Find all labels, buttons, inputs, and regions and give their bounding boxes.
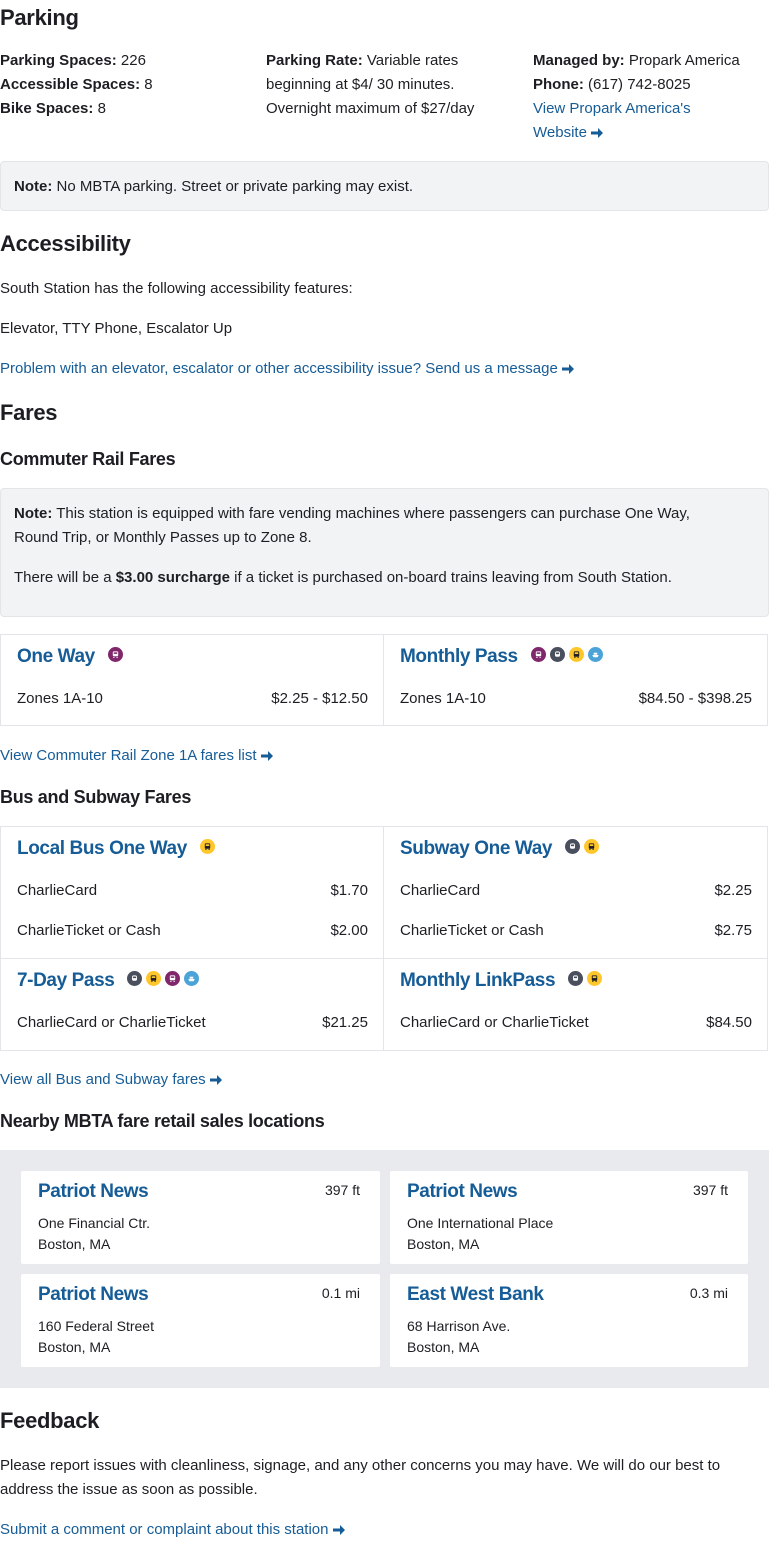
commuter-rail-fares-heading: Commuter Rail Fares bbox=[0, 449, 176, 469]
submit-feedback-link[interactable]: Submit a comment or complaint about this… bbox=[0, 1518, 346, 1542]
fare-row-value: $2.00 bbox=[330, 922, 368, 939]
retail-card[interactable]: East West Bank 0.3 mi 68 Harrison Ave. Bo… bbox=[390, 1274, 748, 1367]
bus-icon bbox=[199, 839, 215, 855]
retail-name: Patriot News bbox=[38, 1284, 149, 1305]
fare-title-subway[interactable]: Subway One Way bbox=[400, 836, 599, 862]
fare-card-one-way: One Way Zones 1A-10 $2.25 - $12.50 bbox=[1, 635, 383, 725]
commuter-fare-grid: One Way Zones 1A-10 $2.25 - $12.50 Month… bbox=[0, 634, 768, 726]
fare-title-local-bus[interactable]: Local Bus One Way bbox=[17, 836, 215, 862]
subway-icon bbox=[549, 647, 565, 663]
fare-row-value: $84.50 bbox=[706, 1014, 752, 1031]
fare-title-7-day-pass[interactable]: 7-Day Pass bbox=[17, 968, 200, 994]
retail-distance: 0.3 mi bbox=[689, 1285, 728, 1301]
retail-card[interactable]: Patriot News 397 ft One International Pl… bbox=[390, 1171, 748, 1264]
fare-card-local-bus: Local Bus One Way CharlieCard $1.70 Char… bbox=[1, 827, 383, 958]
fare-row-label: CharlieCard or CharlieTicket bbox=[400, 1014, 589, 1031]
surcharge-note: There will be a $3.00 surcharge if a tic… bbox=[14, 569, 672, 586]
fare-card-subway: Subway One Way CharlieCard $2.25 Charlie… bbox=[384, 827, 768, 958]
parking-rate-column: Parking Rate: Variable rates beginning a… bbox=[266, 52, 475, 117]
commuter-zone-fares-link[interactable]: View Commuter Rail Zone 1A fares list bbox=[0, 744, 274, 768]
parking-note: Note: No MBTA parking. Street or private… bbox=[0, 161, 769, 211]
arrow-right-icon bbox=[332, 1525, 345, 1536]
arrow-right-icon bbox=[561, 364, 574, 375]
arrow-right-icon bbox=[260, 751, 273, 762]
subway-icon bbox=[568, 971, 584, 987]
parking-spaces-row: Parking Spaces: 226 bbox=[0, 52, 146, 69]
retail-locations-heading: Nearby MBTA fare retail sales locations bbox=[0, 1111, 325, 1131]
commuter-rail-icon bbox=[107, 647, 123, 663]
parking-manager-column: Managed by: Propark America Phone: (617)… bbox=[533, 52, 740, 141]
retail-card[interactable]: Patriot News 0.1 mi 160 Federal Street Bo… bbox=[21, 1274, 380, 1367]
commuter-rail-icon bbox=[530, 647, 546, 663]
fare-row-label: CharlieTicket or Cash bbox=[400, 922, 544, 939]
fare-row-value: $21.25 bbox=[322, 1014, 368, 1031]
ferry-icon bbox=[587, 647, 603, 663]
bike-spaces-row: Bike Spaces: 8 bbox=[0, 100, 106, 117]
fare-row-value: $2.75 bbox=[714, 922, 752, 939]
fare-row-value: $2.25 bbox=[714, 882, 752, 899]
fare-title-monthly-linkpass[interactable]: Monthly LinkPass bbox=[400, 968, 603, 994]
fare-card-7-day-pass: 7-Day Pass CharlieCard or CharlieTicket … bbox=[1, 959, 383, 1050]
all-bus-subway-fares-link[interactable]: View all Bus and Subway fares bbox=[0, 1068, 223, 1092]
fare-row-label: Zones 1A-10 bbox=[400, 690, 486, 707]
commuter-note: Note: This station is equipped with fare… bbox=[0, 488, 769, 617]
retail-distance: 0.1 mi bbox=[321, 1285, 360, 1301]
fare-row-value: $84.50 - $398.25 bbox=[638, 690, 752, 707]
retail-card[interactable]: Patriot News 397 ft One Financial Ctr. Bo… bbox=[21, 1171, 380, 1264]
fare-row-label: CharlieTicket or Cash bbox=[17, 922, 161, 939]
parking-heading: Parking bbox=[0, 5, 79, 30]
bus-icon bbox=[146, 971, 162, 987]
commuter-rail-icon bbox=[165, 971, 181, 987]
retail-name: Patriot News bbox=[38, 1181, 149, 1202]
fare-row-value: $1.70 bbox=[330, 882, 368, 899]
accessibility-heading: Accessibility bbox=[0, 231, 131, 256]
retail-locations-panel: Patriot News 397 ft One Financial Ctr. Bo… bbox=[0, 1150, 769, 1388]
bus-icon bbox=[568, 647, 584, 663]
accessibility-features: Elevator, TTY Phone, Escalator Up bbox=[0, 320, 233, 337]
accessibility-intro: South Station has the following accessib… bbox=[0, 280, 353, 297]
retail-name: Patriot News bbox=[407, 1181, 518, 1202]
fare-card-monthly-linkpass: Monthly LinkPass CharlieCard or CharlieT… bbox=[384, 959, 768, 1050]
retail-distance: 397 ft bbox=[692, 1182, 728, 1198]
bus-icon bbox=[583, 839, 599, 855]
retail-name: East West Bank bbox=[407, 1284, 544, 1305]
feedback-text: Please report issues with cleanliness, s… bbox=[0, 1457, 721, 1498]
arrow-right-icon bbox=[209, 1075, 222, 1086]
arrow-right-icon bbox=[590, 128, 603, 139]
retail-address: One International Place Boston, MA bbox=[407, 1215, 554, 1252]
ferry-icon bbox=[184, 971, 200, 987]
accessible-spaces-row: Accessible Spaces: 8 bbox=[0, 76, 153, 93]
bus-icon bbox=[587, 971, 603, 987]
fare-row-value: $2.25 - $12.50 bbox=[271, 690, 368, 707]
fare-row-label: Zones 1A-10 bbox=[17, 690, 103, 707]
accessibility-report-link[interactable]: Problem with an elevator, escalator or o… bbox=[0, 357, 575, 381]
retail-address: One Financial Ctr. Boston, MA bbox=[38, 1215, 151, 1252]
fare-row-label: CharlieCard or CharlieTicket bbox=[17, 1014, 206, 1031]
retail-address: 68 Harrison Ave. Boston, MA bbox=[407, 1318, 511, 1355]
propark-website-link[interactable]: View Propark America's Website bbox=[533, 100, 691, 141]
parking-spaces-column: Parking Spaces: 226 Accessible Spaces: 8… bbox=[0, 49, 260, 121]
fare-row-label: CharlieCard bbox=[17, 882, 98, 899]
bus-subway-fare-grid: Local Bus One Way CharlieCard $1.70 Char… bbox=[0, 826, 768, 1051]
fares-heading: Fares bbox=[0, 400, 58, 425]
bus-subway-fares-heading: Bus and Subway Fares bbox=[0, 787, 192, 807]
retail-address: 160 Federal Street Boston, MA bbox=[38, 1318, 154, 1355]
fare-card-monthly-pass: Monthly Pass Zones 1A-10 $84.50 - $398.2… bbox=[384, 635, 768, 725]
subway-icon bbox=[564, 839, 580, 855]
fare-title-one-way[interactable]: One Way bbox=[17, 644, 123, 670]
retail-distance: 397 ft bbox=[324, 1182, 360, 1198]
fare-row-label: CharlieCard bbox=[400, 882, 481, 899]
fare-title-monthly-pass[interactable]: Monthly Pass bbox=[400, 644, 603, 670]
feedback-heading: Feedback bbox=[0, 1408, 100, 1433]
subway-icon bbox=[127, 971, 143, 987]
